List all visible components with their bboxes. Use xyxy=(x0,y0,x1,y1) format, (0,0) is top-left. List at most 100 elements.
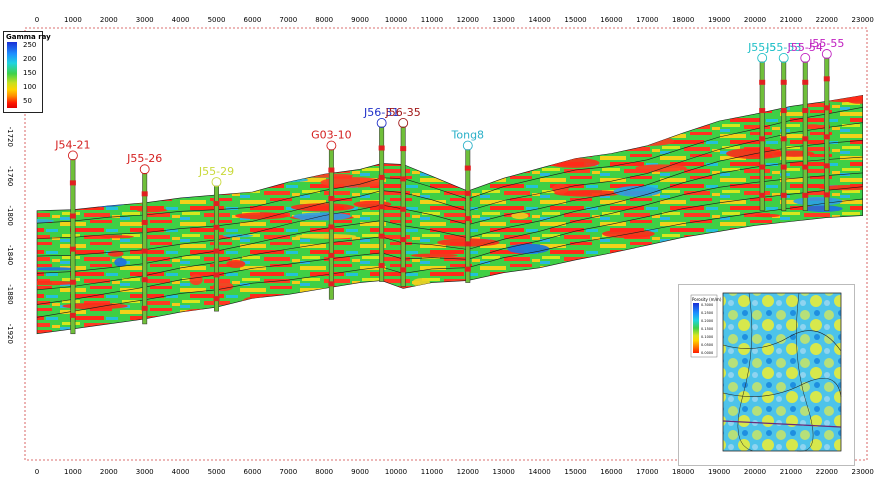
well-log-segment xyxy=(759,136,766,142)
well-log-segment xyxy=(823,192,830,198)
legend-tick: 100 xyxy=(23,83,37,91)
facies-patch xyxy=(295,233,357,239)
facies-patch xyxy=(754,213,781,218)
well-log-segment xyxy=(802,192,809,198)
well-log-segment xyxy=(141,248,148,254)
well-log-segment xyxy=(141,191,148,197)
well-label: G03-10 xyxy=(311,129,352,142)
top-axis-tick-label: 11000 xyxy=(421,16,443,24)
inset-scale-tick: 0.2500 xyxy=(701,311,713,315)
bottom-axis-tick-label: 16000 xyxy=(600,468,622,476)
top-axis-tick-label: 5000 xyxy=(208,16,226,24)
well-log-segment xyxy=(213,296,220,302)
bottom-axis-tick-label: 14000 xyxy=(528,468,550,476)
well-log-segment xyxy=(464,241,471,247)
well-label: J55-55 xyxy=(808,37,844,50)
top-axis-tick-label: 22000 xyxy=(816,16,838,24)
well-log-segment xyxy=(823,134,830,140)
top-axis-tick-label: 1000 xyxy=(64,16,82,24)
well-log-segment xyxy=(759,192,766,198)
top-axis: 0 1000 2000 3000 4000 5000 6000 7000 8000 9000 100… xyxy=(35,16,874,24)
legend-color-bar xyxy=(7,42,17,108)
top-axis-tick-label: 21000 xyxy=(780,16,802,24)
bottom-axis-tick-label: 0 xyxy=(35,468,39,476)
inset-scale-tick: 0.1000 xyxy=(701,335,713,339)
bottom-axis-tick-label: 2000 xyxy=(100,468,118,476)
well-log-segment xyxy=(780,79,787,85)
well-log-segment xyxy=(69,180,76,186)
facies-patch xyxy=(635,164,687,172)
bottom-axis-tick-label: 19000 xyxy=(708,468,730,476)
well-log-segment xyxy=(328,196,335,202)
top-axis-tick-label: 20000 xyxy=(744,16,766,24)
well-log-segment xyxy=(328,252,335,258)
well-log-segment xyxy=(141,277,148,283)
facies-patch xyxy=(235,212,289,220)
bottom-axis-tick-label: 11000 xyxy=(421,468,443,476)
legend-tick: 250 xyxy=(23,41,37,49)
bottom-axis-tick-label: 7000 xyxy=(279,468,297,476)
well-log-segment xyxy=(328,281,335,287)
well-log-segment xyxy=(400,146,407,152)
well-log-segment xyxy=(400,206,407,212)
left-axis-tick-label: -1720 xyxy=(6,127,14,147)
well-log-segment xyxy=(759,79,766,85)
well-log-segment xyxy=(213,248,220,254)
left-axis-tick-label: -1880 xyxy=(6,284,14,304)
bottom-axis: 0 1000 2000 3000 4000 5000 6000 7000 8000 9000 100… xyxy=(35,468,874,476)
well-label: J55-29 xyxy=(198,165,234,178)
well-log-segment xyxy=(823,105,830,111)
bottom-axis-tick-label: 5000 xyxy=(208,468,226,476)
well-log-segment xyxy=(378,174,385,180)
facies-patch xyxy=(290,203,355,212)
well-label: J55-26 xyxy=(126,152,162,165)
well-log-segment xyxy=(823,76,830,82)
top-axis-tick-label: 0 xyxy=(35,16,39,24)
bottom-axis-tick-label: 20000 xyxy=(744,468,766,476)
facies-patch xyxy=(411,253,458,258)
inset-title: Porosity (m/m) xyxy=(692,297,722,302)
well-log-segment xyxy=(464,266,471,272)
well-log-segment xyxy=(802,108,809,114)
left-axis-tick-label: -1760 xyxy=(6,166,14,186)
inset-scale-tick: 0.0000 xyxy=(701,351,713,355)
top-axis-tick-label: 7000 xyxy=(279,16,297,24)
well-log-segment xyxy=(213,224,220,230)
well-log-segment xyxy=(400,267,407,273)
top-axis-tick-label: 2000 xyxy=(100,16,118,24)
facies-patch xyxy=(507,243,550,254)
well-log-segment xyxy=(328,167,335,173)
bottom-axis-tick-label: 18000 xyxy=(672,468,694,476)
bottom-axis-tick-label: 12000 xyxy=(457,468,479,476)
bottom-axis-tick-label: 8000 xyxy=(315,468,333,476)
top-axis-tick-label: 17000 xyxy=(636,16,658,24)
inset-scale-tick: 0.1500 xyxy=(701,327,713,331)
well-log-segment xyxy=(328,224,335,230)
bottom-axis-tick-label: 13000 xyxy=(493,468,515,476)
inset-scale-tick: 0.3000 xyxy=(701,303,713,307)
bottom-axis-tick-label: 21000 xyxy=(780,468,802,476)
well-log-segment xyxy=(759,164,766,170)
bottom-axis-tick-label: 9000 xyxy=(351,468,369,476)
left-axis-tick-label: -1840 xyxy=(6,245,14,265)
well-label: J56-35 xyxy=(385,106,421,119)
well-log-segment xyxy=(464,216,471,222)
well-log-segment xyxy=(378,233,385,239)
well-log-segment xyxy=(378,204,385,210)
top-axis-tick-label: 9000 xyxy=(351,16,369,24)
well-log-segment xyxy=(378,263,385,269)
legend-tick: 50 xyxy=(23,97,32,105)
bottom-axis-tick-label: 22000 xyxy=(816,468,838,476)
well-log-segment xyxy=(802,79,809,85)
top-axis-tick-label: 6000 xyxy=(243,16,261,24)
legend-tick: 200 xyxy=(23,55,37,63)
well-log-segment xyxy=(802,164,809,170)
well-log-segment xyxy=(213,272,220,278)
bottom-axis-tick-label: 6000 xyxy=(243,468,261,476)
well-log-segment xyxy=(141,219,148,225)
well-log-segment xyxy=(802,136,809,142)
well-log-segment xyxy=(464,165,471,171)
well-log-segment xyxy=(780,192,787,198)
bottom-axis-tick-label: 23000 xyxy=(852,468,874,476)
top-axis-tick-label: 19000 xyxy=(708,16,730,24)
